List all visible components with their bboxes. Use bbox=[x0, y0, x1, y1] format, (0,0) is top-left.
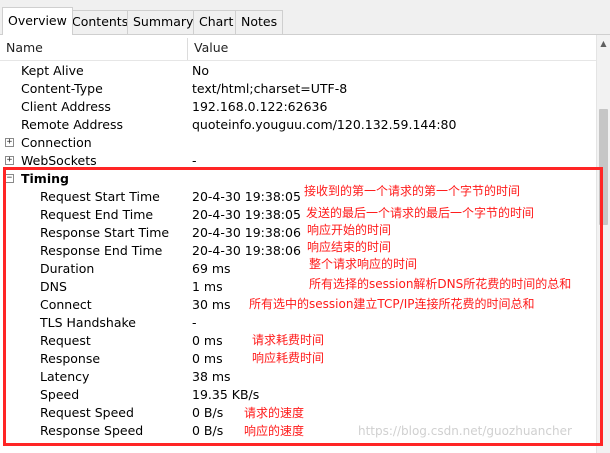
row-kept-alive[interactable]: Kept Alive No bbox=[0, 62, 596, 80]
row-name: Connect bbox=[40, 297, 92, 312]
tab-chart[interactable]: Chart bbox=[193, 10, 240, 34]
row-name: Request bbox=[40, 333, 91, 348]
tab-overview[interactable]: Overview bbox=[2, 7, 73, 35]
row-name: Latency bbox=[40, 369, 90, 384]
vertical-scrollbar[interactable]: ▲ bbox=[596, 35, 610, 453]
row-value: 69 ms bbox=[192, 261, 231, 276]
row-name: Speed bbox=[40, 387, 80, 402]
row-value: 20-4-30 19:38:05 bbox=[192, 189, 301, 204]
column-value-header[interactable]: Value bbox=[194, 35, 228, 61]
row-value: 20-4-30 19:38:06 bbox=[192, 225, 301, 240]
column-divider[interactable] bbox=[187, 38, 188, 60]
row-websockets[interactable]: + WebSockets - bbox=[0, 152, 596, 170]
row-value: 0 B/s bbox=[192, 405, 224, 420]
tab-contents[interactable]: Contents bbox=[66, 10, 135, 34]
row-value: No bbox=[192, 63, 209, 78]
annotation-request-start: 接收到的第一个请求的第一个字节的时间 bbox=[304, 184, 521, 198]
row-value: 19.35 KB/s bbox=[192, 387, 260, 402]
row-duration[interactable]: Duration 69 ms bbox=[0, 260, 596, 278]
annotation-response-start: 响应开始的时间 bbox=[307, 223, 392, 237]
tab-summary[interactable]: Summary bbox=[127, 10, 200, 34]
annotation-dns: 所有选择的session解析DNS所花费的时间的总和 bbox=[309, 277, 572, 291]
annotation-request: 请求耗费时间 bbox=[252, 333, 325, 347]
row-value: 192.168.0.122:62636 bbox=[192, 99, 328, 114]
row-value: 1 ms bbox=[192, 279, 223, 294]
scrollbar-thumb[interactable] bbox=[599, 109, 608, 225]
row-value: - bbox=[192, 153, 197, 168]
row-value: 0 ms bbox=[192, 333, 223, 348]
expand-plus-icon[interactable]: + bbox=[5, 156, 14, 165]
row-name: Duration bbox=[40, 261, 95, 276]
annotation-request-end: 发送的最后一个请求的最后一个字节的时间 bbox=[306, 206, 535, 220]
row-name: Remote Address bbox=[21, 117, 123, 132]
tab-notes[interactable]: Notes bbox=[235, 10, 284, 34]
row-connection[interactable]: + Connection bbox=[0, 134, 596, 152]
row-response-start-time[interactable]: Response Start Time 20-4-30 19:38:06 bbox=[0, 224, 596, 242]
row-name: Response Start Time bbox=[40, 225, 170, 240]
row-value: - bbox=[192, 315, 197, 330]
row-value: 30 ms bbox=[192, 297, 231, 312]
expand-plus-icon[interactable]: + bbox=[5, 138, 14, 147]
row-speed[interactable]: Speed 19.35 KB/s bbox=[0, 386, 596, 404]
row-value: 20-4-30 19:38:06 bbox=[192, 243, 301, 258]
row-name: Request Speed bbox=[40, 405, 134, 420]
row-name: WebSockets bbox=[21, 153, 97, 168]
row-name: Request Start Time bbox=[40, 189, 160, 204]
row-name: DNS bbox=[40, 279, 67, 294]
row-latency[interactable]: Latency 38 ms bbox=[0, 368, 596, 386]
row-name: Client Address bbox=[21, 99, 111, 114]
row-remote-address[interactable]: Remote Address quoteinfo.youguu.com/120.… bbox=[0, 116, 596, 134]
scroll-up-arrow-icon[interactable]: ▲ bbox=[597, 37, 610, 51]
row-value: 0 B/s bbox=[192, 423, 224, 438]
row-response-end-time[interactable]: Response End Time 20-4-30 19:38:06 bbox=[0, 242, 596, 260]
watermark-text: https://blog.csdn.net/guozhuancher bbox=[358, 424, 572, 438]
row-name: Response Speed bbox=[40, 423, 144, 438]
row-name: Request End Time bbox=[40, 207, 154, 222]
row-content-type[interactable]: Content-Type text/html;charset=UTF-8 bbox=[0, 80, 596, 98]
row-name: Response bbox=[40, 351, 101, 366]
collapse-minus-icon[interactable]: − bbox=[5, 174, 14, 183]
annotation-request-speed: 请求的速度 bbox=[244, 406, 305, 420]
row-name: TLS Handshake bbox=[40, 315, 137, 330]
row-name: Response End Time bbox=[40, 243, 163, 258]
row-name: Content-Type bbox=[21, 81, 103, 96]
row-client-address[interactable]: Client Address 192.168.0.122:62636 bbox=[0, 98, 596, 116]
tab-bar: Overview Contents Summary Chart Notes bbox=[0, 0, 610, 35]
row-name: Connection bbox=[21, 135, 92, 150]
row-value: 20-4-30 19:38:05 bbox=[192, 207, 301, 222]
annotation-response: 响应耗费时间 bbox=[252, 351, 325, 365]
row-value: 0 ms bbox=[192, 351, 223, 366]
annotation-response-speed: 响应的速度 bbox=[244, 424, 305, 438]
column-name-header[interactable]: Name bbox=[6, 35, 43, 61]
row-name: Kept Alive bbox=[21, 63, 84, 78]
annotation-duration: 整个请求响应的时间 bbox=[309, 257, 418, 271]
annotation-connect: 所有选中的session建立TCP/IP连接所花费的时间总和 bbox=[249, 297, 535, 311]
row-tls-handshake[interactable]: TLS Handshake - bbox=[0, 314, 596, 332]
column-header: Name Value bbox=[0, 35, 596, 61]
row-value: quoteinfo.youguu.com/120.132.59.144:80 bbox=[192, 117, 457, 132]
annotation-response-end: 响应结束的时间 bbox=[307, 240, 392, 254]
row-name: Timing bbox=[21, 171, 69, 186]
row-value: text/html;charset=UTF-8 bbox=[192, 81, 348, 96]
row-value: 38 ms bbox=[192, 369, 231, 384]
